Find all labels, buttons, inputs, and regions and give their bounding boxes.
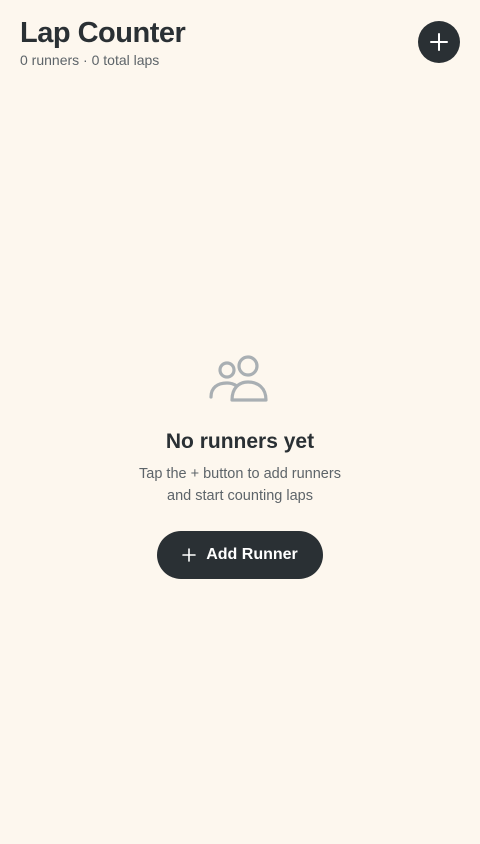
empty-state-description: Tap the + button to add runners and star… [110,463,370,507]
app-header: Lap Counter 0 runners · 0 total laps [0,0,480,84]
plus-icon [182,548,197,562]
add-runner-button[interactable]: Add Runner [157,531,323,579]
users-icon [209,355,268,402]
empty-state-title: No runners yet [165,430,315,453]
add-runner-button-label: Add Runner [206,546,298,563]
empty-state-description-line: and start counting laps [167,488,313,504]
add-runner-fab[interactable] [418,21,460,63]
runner-stats: 0 runners · 0 total laps [20,52,160,68]
plus-icon [430,33,448,51]
page-title: Lap Counter [20,17,186,49]
empty-state: No runners yet Tap the + button to add r… [0,355,480,579]
empty-state-description-line: Tap the + button to add runners [139,466,341,482]
